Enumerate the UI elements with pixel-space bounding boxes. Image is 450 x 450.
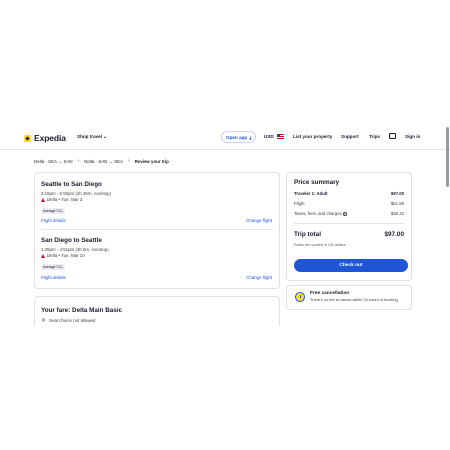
close-icon: ✕ — [41, 318, 47, 324]
currency-selector[interactable]: USD — [264, 134, 284, 139]
price-summary-card: Price summary Traveler 1: Adult $97.00 F… — [286, 172, 412, 281]
breadcrumb-item-outbound[interactable]: Delta · SEA → SAN — [34, 159, 73, 164]
breadcrumb-item-current: Review your trip — [134, 158, 169, 164]
change-flight-link[interactable]: Change flight — [246, 275, 272, 280]
support-link[interactable]: Support — [341, 134, 359, 139]
fare-restriction-label: Seat choice not allowed — [49, 318, 96, 323]
fare-restriction: ✕ Seat choice not allowed — [41, 317, 95, 324]
inbox-icon[interactable] — [389, 133, 396, 139]
flights-card: Seattle to San Diego 3:15pm - 5:50pm (2h… — [34, 172, 280, 289]
trip-total-label: Trip total — [294, 231, 321, 238]
taxes-value: $35.42 — [390, 211, 404, 216]
open-app-label: Open app — [226, 134, 248, 140]
info-icon[interactable]: i — [342, 211, 347, 216]
flight-details-link[interactable]: Flight details — [41, 275, 66, 280]
fare-title: Your fare: Delta Main Basic — [41, 307, 123, 314]
checkout-button[interactable]: Check out — [294, 259, 408, 272]
trip-total-value: $97.00 — [384, 231, 404, 238]
flight-airline-date: Delta • Tue, Mar 3 — [47, 197, 83, 202]
change-flight-link[interactable]: Change flight — [246, 218, 272, 223]
download-icon: ⤓ — [249, 134, 252, 140]
scrollbar[interactable] — [446, 127, 449, 187]
co2-badge: Average CO₂ — [41, 264, 65, 270]
breadcrumb: Delta · SEA → SAN › Delta · SAN → SEA › … — [34, 158, 169, 164]
fare-card: Your fare: Delta Main Basic ✕ Seat choic… — [34, 296, 280, 326]
delta-logo-icon — [41, 197, 45, 202]
price-summary-title: Price summary — [294, 179, 340, 186]
traveler-value: $97.00 — [390, 191, 404, 196]
flight-time: 1:45pm - 4:51pm (3h 6m, nonstop) — [41, 247, 109, 252]
shop-travel-label: Shop travel — [77, 134, 103, 139]
us-flag-icon — [276, 134, 284, 139]
sign-in-link[interactable]: Sign in — [405, 134, 420, 139]
traveler-row: Traveler 1: Adult $97.00 — [294, 191, 404, 196]
logo-text: Expedia — [34, 133, 66, 143]
flight-divider — [41, 229, 273, 230]
list-property-link[interactable]: List your property — [293, 134, 332, 139]
cancellation-text: There's no fee to cancel within 24 hours… — [310, 297, 398, 302]
flight-title: San Diego to Seattle — [41, 237, 102, 244]
cancellation-title: Free cancellation — [310, 291, 350, 296]
browser-viewport: Expedia Shop travel⌄ Open app ⤓ USD List… — [0, 123, 450, 326]
flight-airline: Delta • Tue, Mar 3 — [41, 197, 82, 202]
delta-logo-icon — [41, 253, 45, 258]
flight-airline-date: Delta • Tue, Mar 10 — [47, 253, 85, 258]
chevron-down-icon: ⌄ — [103, 134, 108, 140]
clock-icon — [295, 292, 305, 302]
breadcrumb-item-return[interactable]: Delta · SAN → SEA — [84, 159, 123, 164]
flight-price-row: Flight $61.58 — [294, 201, 404, 206]
trips-link[interactable]: Trips — [369, 134, 380, 139]
chevron-right-icon: › — [128, 158, 130, 164]
shop-travel-menu[interactable]: Shop travel⌄ — [77, 134, 107, 140]
taxes-label: Taxes, fees, and charges — [294, 211, 342, 216]
flight-time: 3:15pm - 5:50pm (2h 35m, nonstop) — [41, 191, 112, 196]
rates-note: Rates are quoted in US dollars — [294, 243, 346, 247]
flight-price-label: Flight — [294, 201, 305, 206]
expedia-logo[interactable]: Expedia — [24, 133, 66, 143]
chevron-right-icon: › — [77, 158, 80, 164]
traveler-label: Traveler 1: Adult — [294, 191, 328, 196]
page-background: Expedia Shop travel⌄ Open app ⤓ USD List… — [0, 0, 450, 450]
trip-total-row: Trip total $97.00 — [294, 231, 404, 238]
co2-badge: Average CO₂ — [41, 208, 65, 214]
expedia-logo-icon — [24, 134, 31, 142]
price-divider — [294, 223, 404, 224]
currency-label: USD — [264, 134, 274, 139]
flight-airline: Delta • Tue, Mar 10 — [41, 253, 85, 258]
site-header: Expedia Shop travel⌄ Open app ⤓ USD List… — [0, 123, 450, 150]
flight-price-value: $61.58 — [390, 201, 404, 206]
free-cancellation-card: Free cancellation There's no fee to canc… — [286, 285, 412, 310]
taxes-row: Taxes, fees, and charges i $35.42 — [294, 211, 404, 216]
flight-title: Seattle to San Diego — [41, 181, 102, 188]
open-app-button[interactable]: Open app ⤓ — [221, 131, 257, 143]
flight-details-link[interactable]: Flight details — [41, 218, 66, 223]
